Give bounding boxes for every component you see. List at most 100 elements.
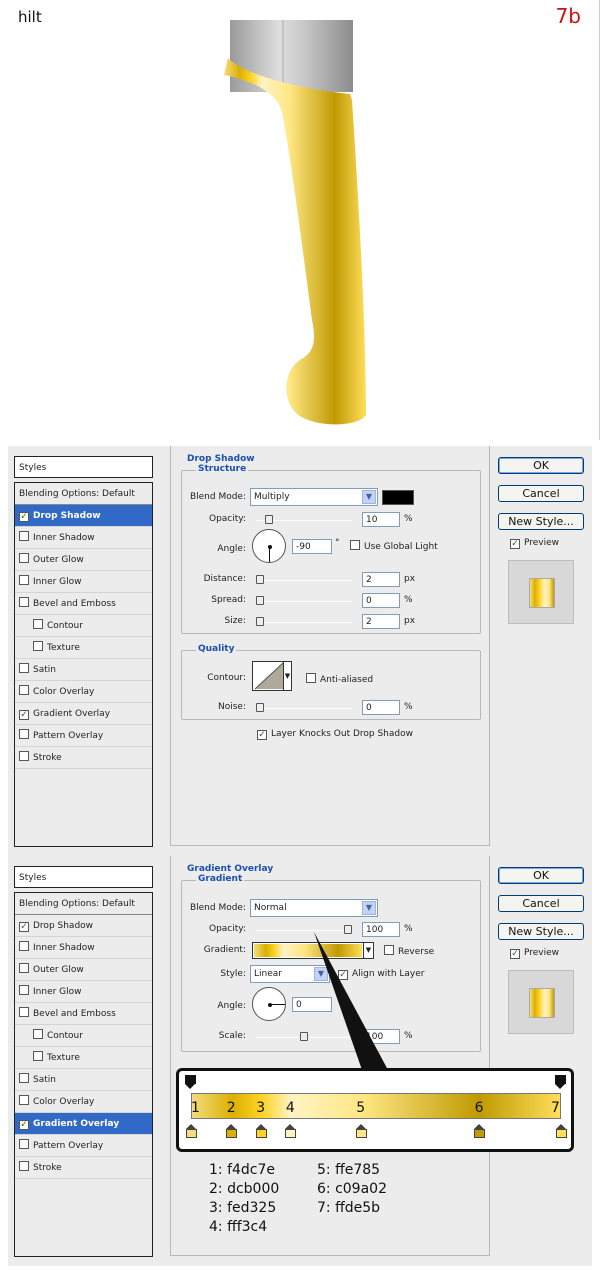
style-item-label: Drop Shadow [33,511,101,521]
style-checkbox[interactable] [19,729,29,739]
style-item[interactable]: Inner Glow [15,571,152,593]
opacity-slider[interactable] [256,515,352,524]
style-checkbox[interactable] [19,575,29,585]
size-input[interactable]: 2 [362,614,400,629]
preview-checkbox[interactable]: ✓ Preview [510,538,559,549]
color-stop[interactable] [474,1124,486,1138]
style-checkbox[interactable]: ✓ [19,710,29,720]
style-checkbox[interactable]: ✓ [19,1120,29,1130]
use-global-light-checkbox[interactable]: Use Global Light [350,540,438,552]
blend-mode-select[interactable]: Multiply ▼ [250,488,378,506]
preview-label: Preview [524,538,560,548]
style-item[interactable]: Inner Glow [15,981,152,1003]
angle-dial[interactable] [252,987,286,1021]
style-checkbox[interactable] [33,1029,43,1039]
style-checkbox[interactable] [19,597,29,607]
style-item[interactable]: Contour [15,615,152,637]
style-item[interactable]: Bevel and Emboss [15,1003,152,1025]
section-title: Gradient Overlay [187,864,274,874]
style-item[interactable]: Stroke [15,1157,152,1179]
style-checkbox[interactable] [19,663,29,673]
style-checkbox[interactable] [19,1139,29,1149]
style-checkbox[interactable] [33,1051,43,1061]
opacity-unit: % [404,924,413,934]
style-checkbox[interactable] [19,553,29,563]
distance-slider[interactable] [256,575,352,584]
ok-button[interactable]: OK [498,867,584,884]
color-stop[interactable] [226,1124,238,1138]
style-item[interactable]: Texture [15,1047,152,1069]
style-item[interactable]: Inner Shadow [15,937,152,959]
style-item[interactable]: Inner Shadow [15,527,152,549]
spread-input[interactable]: 0 [362,593,400,608]
style-item[interactable]: Bevel and Emboss [15,593,152,615]
stop-number: 5 [356,1100,366,1116]
style-checkbox[interactable] [19,1007,29,1017]
spread-slider-thumb[interactable] [256,596,264,605]
style-item[interactable]: Stroke [15,747,152,769]
style-checkbox[interactable]: ✓ [19,922,29,932]
cancel-button[interactable]: Cancel [498,895,584,912]
style-checkbox[interactable] [19,1161,29,1171]
style-item[interactable]: Pattern Overlay [15,725,152,747]
blend-mode-label: Blend Mode: [189,903,246,913]
contour-picker[interactable]: ▼ [252,661,292,691]
angle-dial[interactable] [252,529,286,563]
knockout-checkbox[interactable]: ✓ Layer Knocks Out Drop Shadow [257,729,413,740]
style-checkbox[interactable] [19,685,29,695]
gradient-bar[interactable] [191,1093,561,1119]
color-stop[interactable] [285,1124,297,1138]
style-item[interactable]: Blending Options: Default [15,483,152,505]
style-checkbox[interactable] [19,941,29,951]
color-stop[interactable] [255,1124,267,1138]
style-item[interactable]: ✓ Gradient Overlay [15,1113,152,1135]
style-checkbox[interactable] [33,619,43,629]
color-stop[interactable] [355,1124,367,1138]
style-checkbox[interactable] [19,531,29,541]
style-checkbox[interactable]: ✓ [19,512,29,522]
spread-slider[interactable] [256,596,352,605]
opacity-input[interactable]: 10 [362,512,400,527]
style-checkbox[interactable] [19,963,29,973]
style-item[interactable]: ✓ Drop Shadow [15,915,152,937]
style-checkbox[interactable] [19,751,29,761]
style-item[interactable]: Outer Glow [15,959,152,981]
style-item[interactable]: ✓ Drop Shadow [15,505,152,527]
size-slider-thumb[interactable] [256,617,264,626]
style-item[interactable]: Blending Options: Default [15,893,152,915]
noise-slider[interactable] [256,703,352,712]
cancel-button[interactable]: Cancel [498,485,584,502]
opacity-stop[interactable] [555,1075,566,1089]
anti-aliased-checkbox[interactable]: Anti-aliased [306,673,373,685]
style-item[interactable]: Satin [15,1069,152,1091]
style-checkbox[interactable] [19,985,29,995]
style-item[interactable]: Pattern Overlay [15,1135,152,1157]
style-item-label: Color Overlay [33,687,95,697]
color-stop[interactable] [185,1124,197,1138]
color-stop[interactable] [555,1124,567,1138]
angle-input[interactable]: -90 [292,539,332,554]
opacity-stop[interactable] [185,1075,196,1089]
distance-input[interactable]: 2 [362,572,400,587]
style-item[interactable]: Color Overlay [15,1091,152,1113]
blend-mode-select[interactable]: Normal ▼ [250,899,378,917]
style-item[interactable]: Texture [15,637,152,659]
style-checkbox[interactable] [19,1095,29,1105]
style-item[interactable]: Contour [15,1025,152,1047]
style-item[interactable]: ✓ Gradient Overlay [15,703,152,725]
noise-slider-thumb[interactable] [256,703,264,712]
size-slider[interactable] [256,617,352,626]
new-style-button[interactable]: New Style... [498,513,584,530]
style-item[interactable]: Outer Glow [15,549,152,571]
ok-button[interactable]: OK [498,457,584,474]
shadow-color-swatch[interactable] [382,490,414,505]
style-checkbox[interactable] [19,1073,29,1083]
style-item[interactable]: Satin [15,659,152,681]
style-item[interactable]: Color Overlay [15,681,152,703]
new-style-button[interactable]: New Style... [498,923,584,940]
distance-slider-thumb[interactable] [256,575,264,584]
preview-checkbox[interactable]: ✓ Preview [510,948,559,959]
opacity-slider-thumb[interactable] [264,515,273,524]
noise-input[interactable]: 0 [362,700,400,715]
style-checkbox[interactable] [33,641,43,651]
